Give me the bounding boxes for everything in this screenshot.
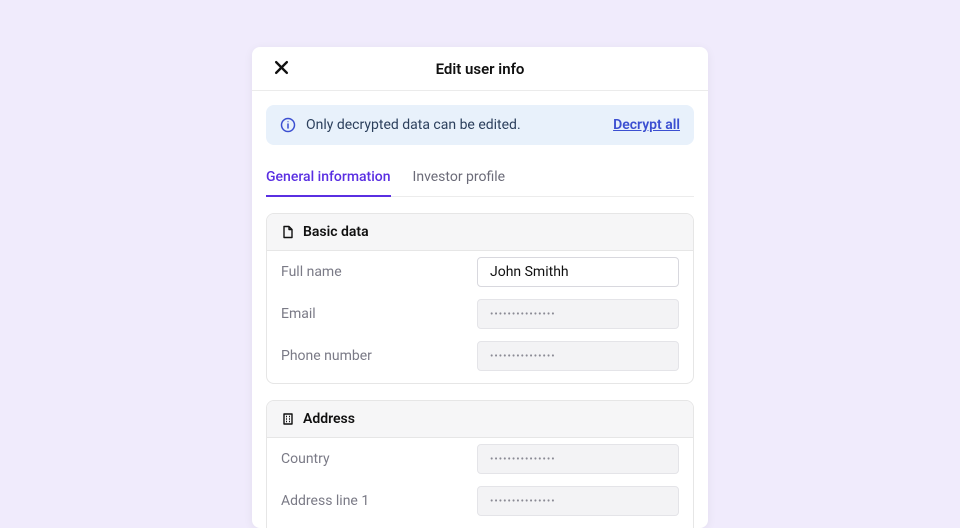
- field-row: Email •••••••••••••••: [267, 293, 693, 335]
- panel-body: Only decrypted data can be edited. Decry…: [252, 91, 708, 528]
- field-row: Address line 2 •••••••••••••••: [267, 522, 693, 528]
- field-row: Phone number •••••••••••••••: [267, 335, 693, 383]
- field-row: Country •••••••••••••••: [267, 438, 693, 480]
- field-label-country: Country: [281, 451, 477, 467]
- country-encrypted-field: •••••••••••••••: [477, 444, 679, 474]
- decrypt-all-link[interactable]: Decrypt all: [613, 117, 680, 133]
- decryption-notice: Only decrypted data can be edited. Decry…: [266, 105, 694, 145]
- card-title: Basic data: [303, 224, 369, 240]
- basic-data-card: Basic data Full name Email •••••••••••••…: [266, 213, 694, 384]
- panel-header: Edit user info: [252, 47, 708, 91]
- field-label-address1: Address line 1: [281, 493, 477, 509]
- notice-text: Only decrypted data can be edited.: [306, 117, 603, 133]
- close-icon: [274, 60, 289, 78]
- address-line-1-encrypted-field: •••••••••••••••: [477, 486, 679, 516]
- card-header: Address: [267, 401, 693, 438]
- edit-user-panel: Edit user info Only decrypted data can b…: [252, 47, 708, 528]
- email-encrypted-field: •••••••••••••••: [477, 299, 679, 329]
- tab-general-information[interactable]: General information: [266, 163, 391, 197]
- field-row: Address line 1 •••••••••••••••: [267, 480, 693, 522]
- building-icon: [281, 412, 295, 426]
- tabs: General information Investor profile: [266, 163, 694, 197]
- phone-encrypted-field: •••••••••••••••: [477, 341, 679, 371]
- field-label-full-name: Full name: [281, 264, 477, 280]
- field-label-email: Email: [281, 306, 477, 322]
- close-button[interactable]: [270, 58, 292, 80]
- document-icon: [281, 225, 295, 239]
- field-label-phone: Phone number: [281, 348, 477, 364]
- card-header: Basic data: [267, 214, 693, 251]
- address-card: Address Country ••••••••••••••• Address …: [266, 400, 694, 528]
- full-name-input[interactable]: [477, 257, 679, 287]
- info-icon: [280, 117, 296, 133]
- card-title: Address: [303, 411, 355, 427]
- panel-title: Edit user info: [436, 60, 525, 78]
- tab-investor-profile[interactable]: Investor profile: [413, 163, 506, 197]
- field-row: Full name: [267, 251, 693, 293]
